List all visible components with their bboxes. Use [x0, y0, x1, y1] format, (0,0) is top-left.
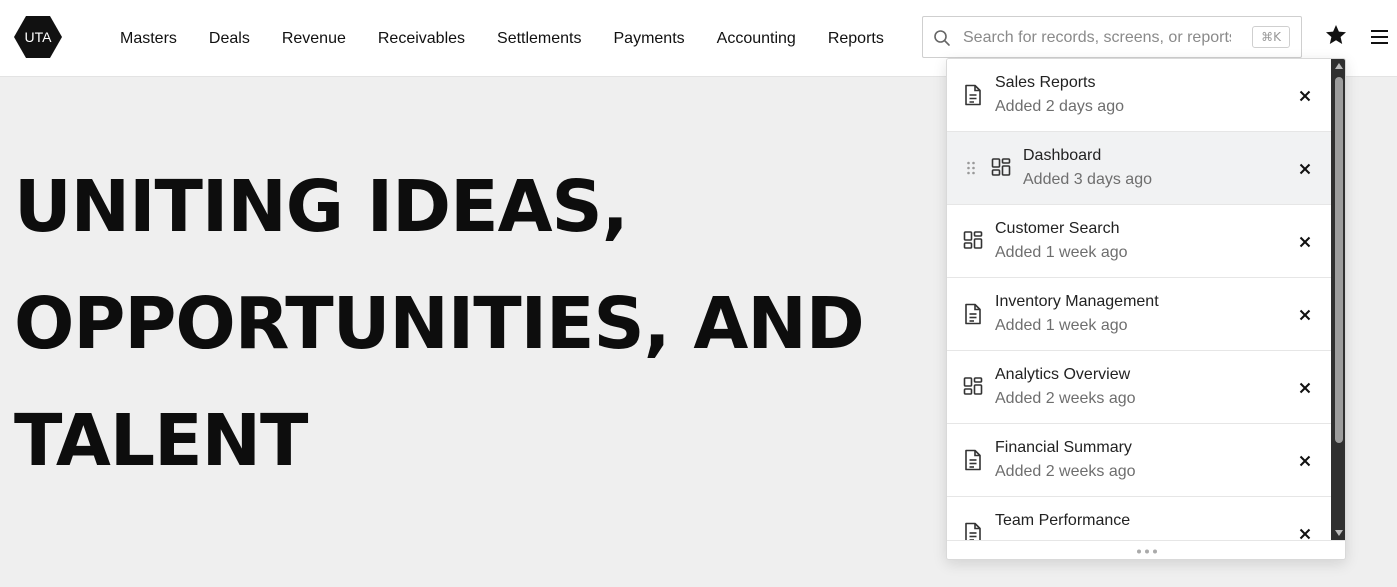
resize-handle[interactable]: [947, 540, 1345, 559]
favorite-added: Added 2 days ago: [995, 98, 1124, 115]
document-icon: [965, 303, 981, 325]
favorite-title: Analytics Overview: [995, 366, 1131, 383]
nav-item-masters[interactable]: Masters: [104, 30, 193, 48]
star-icon: [1326, 25, 1346, 44]
favorite-item[interactable]: Sales Reports Added 2 days ago: [947, 59, 1331, 132]
scrollbar[interactable]: [1331, 59, 1345, 540]
hero-heading: UNITING IDEAS, OPPORTUNITIES, AND TALENT: [14, 148, 865, 499]
logo[interactable]: UTA: [14, 13, 62, 61]
document-icon: [965, 449, 981, 471]
favorite-item[interactable]: Inventory Management Added 1 week ago: [947, 278, 1331, 351]
menu-button[interactable]: [1369, 26, 1391, 48]
hero-line: OPPORTUNITIES, AND: [14, 282, 865, 365]
favorite-title: Dashboard: [1023, 147, 1102, 164]
close-icon[interactable]: [1297, 307, 1313, 323]
scroll-down-arrow-icon[interactable]: [1335, 530, 1343, 536]
close-icon[interactable]: [1297, 526, 1313, 540]
favorite-title: Financial Summary: [995, 439, 1132, 456]
search-input[interactable]: [963, 25, 1231, 51]
dashboard-icon: [963, 231, 983, 249]
nav-item-revenue[interactable]: Revenue: [266, 30, 362, 48]
hamburger-icon: [1371, 30, 1388, 44]
favorite-added: Added 1 week ago: [995, 244, 1128, 261]
nav-item-payments[interactable]: Payments: [598, 30, 701, 48]
favorite-added: Added 2 weeks ago: [995, 463, 1136, 480]
nav-item-deals[interactable]: Deals: [193, 30, 266, 48]
favorite-title: Inventory Management: [995, 293, 1159, 310]
nav-item-accounting[interactable]: Accounting: [701, 30, 812, 48]
close-icon[interactable]: [1297, 88, 1313, 104]
favorite-item[interactable]: Dashboard Added 3 days ago: [947, 132, 1331, 205]
favorite-item[interactable]: Analytics Overview Added 2 weeks ago: [947, 351, 1331, 424]
nav-item-settlements[interactable]: Settlements: [481, 30, 597, 48]
shortcut-badge: ⌘K: [1252, 26, 1290, 48]
hero-line: TALENT: [14, 399, 308, 482]
favorites-list: Sales Reports Added 2 days ago Dashboard…: [947, 59, 1331, 540]
favorites-dropdown: Sales Reports Added 2 days ago Dashboard…: [946, 58, 1346, 560]
scroll-up-arrow-icon[interactable]: [1335, 63, 1343, 69]
nav-item-receivables[interactable]: Receivables: [362, 30, 481, 48]
favorite-added: Added 2 weeks ago: [995, 390, 1136, 407]
more-dots-icon: [1137, 549, 1157, 554]
close-icon[interactable]: [1297, 161, 1313, 177]
nav-item-reports[interactable]: Reports: [812, 30, 900, 48]
main-nav: Masters Deals Revenue Receivables Settle…: [104, 0, 900, 77]
favorite-added: Added 3 days ago: [1023, 171, 1152, 188]
favorite-item[interactable]: Financial Summary Added 2 weeks ago: [947, 424, 1331, 497]
close-icon[interactable]: [1297, 234, 1313, 250]
drag-handle-icon[interactable]: [964, 160, 978, 176]
favorite-added: Added 1 week ago: [995, 317, 1128, 334]
favorite-title: Customer Search: [995, 220, 1120, 237]
scroll-thumb[interactable]: [1335, 77, 1343, 443]
document-icon: [965, 522, 981, 540]
favorites-button[interactable]: [1324, 23, 1348, 47]
close-icon[interactable]: [1297, 380, 1313, 396]
favorite-title: Team Performance: [995, 512, 1131, 529]
favorite-item[interactable]: Customer Search Added 1 week ago: [947, 205, 1331, 278]
global-search[interactable]: ⌘K: [922, 16, 1302, 58]
close-icon[interactable]: [1297, 453, 1313, 469]
hero-line: UNITING IDEAS,: [14, 165, 629, 248]
logo-text: UTA: [24, 29, 52, 45]
favorite-title: Sales Reports: [995, 74, 1096, 91]
favorite-item[interactable]: Team Performance: [947, 497, 1331, 540]
search-icon: [934, 30, 950, 46]
dashboard-icon: [991, 158, 1011, 176]
document-icon: [965, 84, 981, 106]
dashboard-icon: [963, 377, 983, 395]
